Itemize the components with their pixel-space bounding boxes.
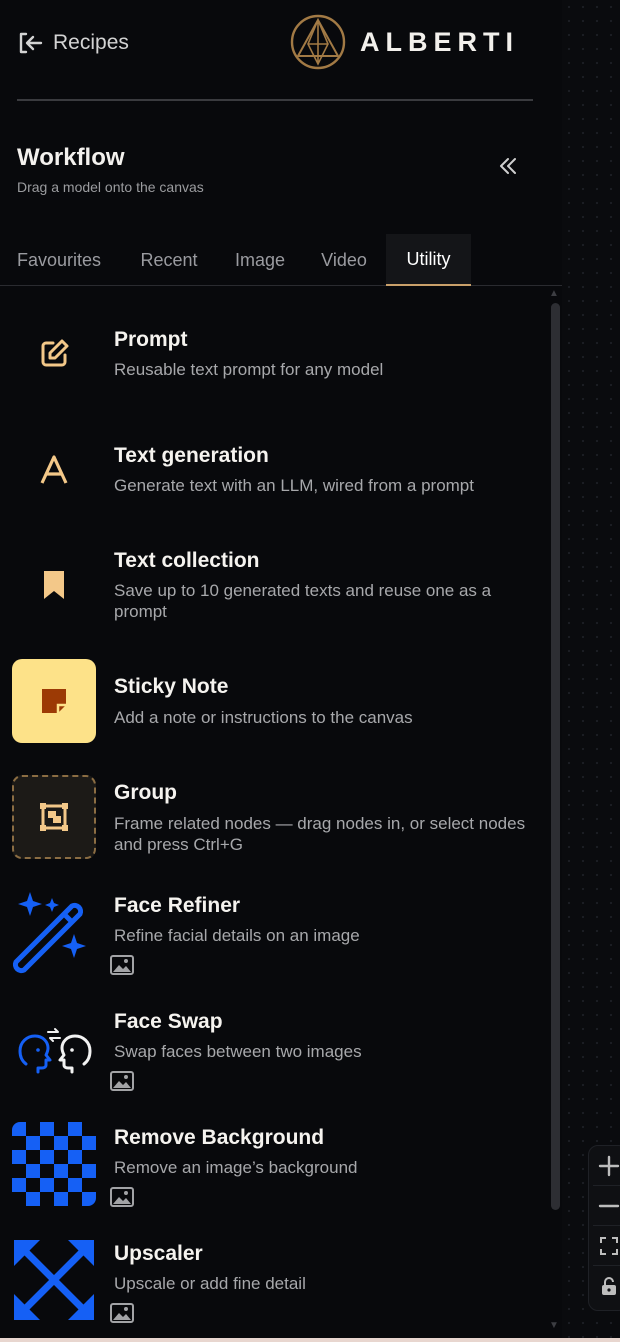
item-description: Save up to 10 generated texts and reuse … xyxy=(114,581,492,621)
item-description: Remove an image’s background xyxy=(114,1158,358,1177)
back-label: Recipes xyxy=(53,31,129,54)
tab-video[interactable]: Video xyxy=(312,234,376,286)
image-input-icon xyxy=(110,1187,134,1207)
node-library-panel: Recipes ALBERTI Workflow Drag a model on… xyxy=(0,0,562,1342)
item-title: Sticky Note xyxy=(114,675,229,698)
bookmark-icon xyxy=(44,571,64,599)
item-title: Prompt xyxy=(114,328,188,351)
item-title: Remove Background xyxy=(114,1126,325,1149)
zoom-in-icon xyxy=(598,1155,620,1176)
magic-wand-icon xyxy=(12,892,86,974)
panel-subtitle: Drag a model onto the canvas xyxy=(17,179,204,195)
item-description: Generate text with an LLM, wired from a … xyxy=(114,476,474,495)
node-item-group[interactable]: Group Frame related nodes — drag nodes i… xyxy=(0,775,545,875)
group-frame-icon xyxy=(40,803,68,831)
item-description: Add a note or instructions to the canvas xyxy=(114,708,413,727)
zoom-out-icon xyxy=(598,1204,620,1207)
prompt-icon-container xyxy=(12,312,96,396)
image-input-icon xyxy=(110,1303,134,1323)
sticky-note-icon xyxy=(42,689,66,713)
item-description: Refine facial details on an image xyxy=(114,926,360,945)
item-title: Face Swap xyxy=(114,1010,223,1033)
category-tabs: Favourites Recent Image Video Utility xyxy=(0,234,562,286)
panel-title: Workflow xyxy=(17,144,125,171)
collapse-panel-button[interactable] xyxy=(496,154,522,180)
face-refiner-icon-container xyxy=(12,890,96,974)
fit-view-button[interactable] xyxy=(593,1226,620,1266)
remove-background-icon-container xyxy=(12,1122,96,1206)
tab-favourites[interactable]: Favourites xyxy=(17,234,105,286)
face-swap-icon xyxy=(18,1028,92,1074)
item-description: Frame related nodes — drag nodes in, or … xyxy=(114,814,526,854)
node-item-sticky-note[interactable]: Sticky Note Add a note or instructions t… xyxy=(0,659,545,759)
fit-view-icon xyxy=(600,1236,618,1255)
back-to-recipes-link[interactable]: Recipes xyxy=(17,28,129,58)
image-input-icon xyxy=(110,1071,134,1091)
item-title: Upscaler xyxy=(114,1242,203,1265)
item-description: Upscale or add fine detail xyxy=(114,1274,306,1293)
node-item-prompt[interactable]: Prompt Reusable text prompt for any mode… xyxy=(0,312,545,412)
edit-icon xyxy=(41,339,69,367)
scrollbar-thumb[interactable] xyxy=(551,303,560,1210)
upscaler-icon-container xyxy=(12,1238,96,1322)
face-swap-icon-container xyxy=(12,1006,96,1090)
lock-button[interactable] xyxy=(593,1266,620,1306)
node-item-face-swap[interactable]: Face Swap Swap faces between two images xyxy=(0,1006,545,1106)
item-title: Face Refiner xyxy=(114,894,241,917)
expand-arrows-icon xyxy=(14,1240,94,1320)
group-icon-container xyxy=(12,775,96,859)
back-arrow-icon xyxy=(19,32,43,54)
canvas-controls xyxy=(588,1145,620,1311)
brand-logo: ALBERTI xyxy=(290,14,519,70)
item-title: Group xyxy=(114,781,177,804)
image-input-icon xyxy=(110,955,134,975)
node-item-face-refiner[interactable]: Face Refiner Refine facial details on an… xyxy=(0,890,545,990)
tab-utility[interactable]: Utility xyxy=(386,234,471,286)
item-description: Swap faces between two images xyxy=(114,1042,362,1061)
header-divider xyxy=(17,99,533,101)
item-description: Reusable text prompt for any model xyxy=(114,360,384,379)
scroll-down-arrow[interactable]: ▼ xyxy=(549,1320,559,1331)
sticky-note-icon-container xyxy=(12,659,96,743)
node-item-remove-background[interactable]: Remove Background Remove an image’s back… xyxy=(0,1122,545,1222)
tab-recent[interactable]: Recent xyxy=(129,234,209,286)
double-chevron-left-icon xyxy=(500,158,516,174)
node-item-text-collection[interactable]: Text collection Save up to 10 generated … xyxy=(0,543,545,643)
zoom-out-button[interactable] xyxy=(593,1186,620,1226)
tab-image[interactable]: Image xyxy=(226,234,294,286)
alberti-logo-icon xyxy=(290,14,346,70)
letter-a-icon xyxy=(40,455,68,484)
zoom-in-button[interactable] xyxy=(593,1146,620,1186)
checkerboard-icon xyxy=(12,1122,96,1206)
node-item-upscaler[interactable]: Upscaler Upscale or add fine detail xyxy=(0,1238,545,1338)
scroll-up-arrow[interactable]: ▲ xyxy=(549,288,559,299)
text-collection-icon-container xyxy=(12,543,96,627)
brand-name: ALBERTI xyxy=(360,26,519,57)
node-item-text-generation[interactable]: Text generation Generate text with an LL… xyxy=(0,428,545,528)
item-title: Text collection xyxy=(114,549,260,572)
text-generation-icon-container xyxy=(12,428,96,512)
lock-icon xyxy=(602,1277,616,1295)
item-title: Text generation xyxy=(114,444,269,467)
workflow-canvas[interactable] xyxy=(562,0,620,1342)
bottom-edge xyxy=(0,1338,620,1342)
